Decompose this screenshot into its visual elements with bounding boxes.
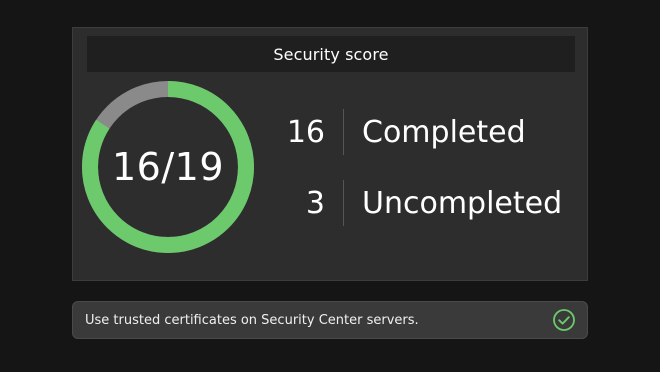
recommendation-text: Use trusted certificates on Security Cen… [85,312,419,328]
completed-stat: 16 Completed [273,107,526,157]
completed-count: 16 [286,114,325,150]
stat-divider [343,180,344,226]
recommendation-item[interactable]: Use trusted certificates on Security Cen… [72,301,588,339]
stat-divider [343,109,344,155]
security-score-card: Security score 16/19 16 Completed 3 Unco… [72,27,588,281]
completed-label: Completed [362,114,526,150]
check-circle-icon[interactable] [551,307,577,333]
card-header: Security score [87,36,575,72]
security-score-panel: Security score 16/19 16 Completed 3 Unco… [0,0,660,372]
card-title: Security score [273,44,389,64]
uncompleted-label: Uncompleted [362,185,563,221]
score-ratio: 16/19 [111,145,224,189]
score-ring: 16/19 [78,77,258,257]
uncompleted-count: 3 [305,185,325,221]
uncompleted-stat: 3 Uncompleted [273,178,562,228]
